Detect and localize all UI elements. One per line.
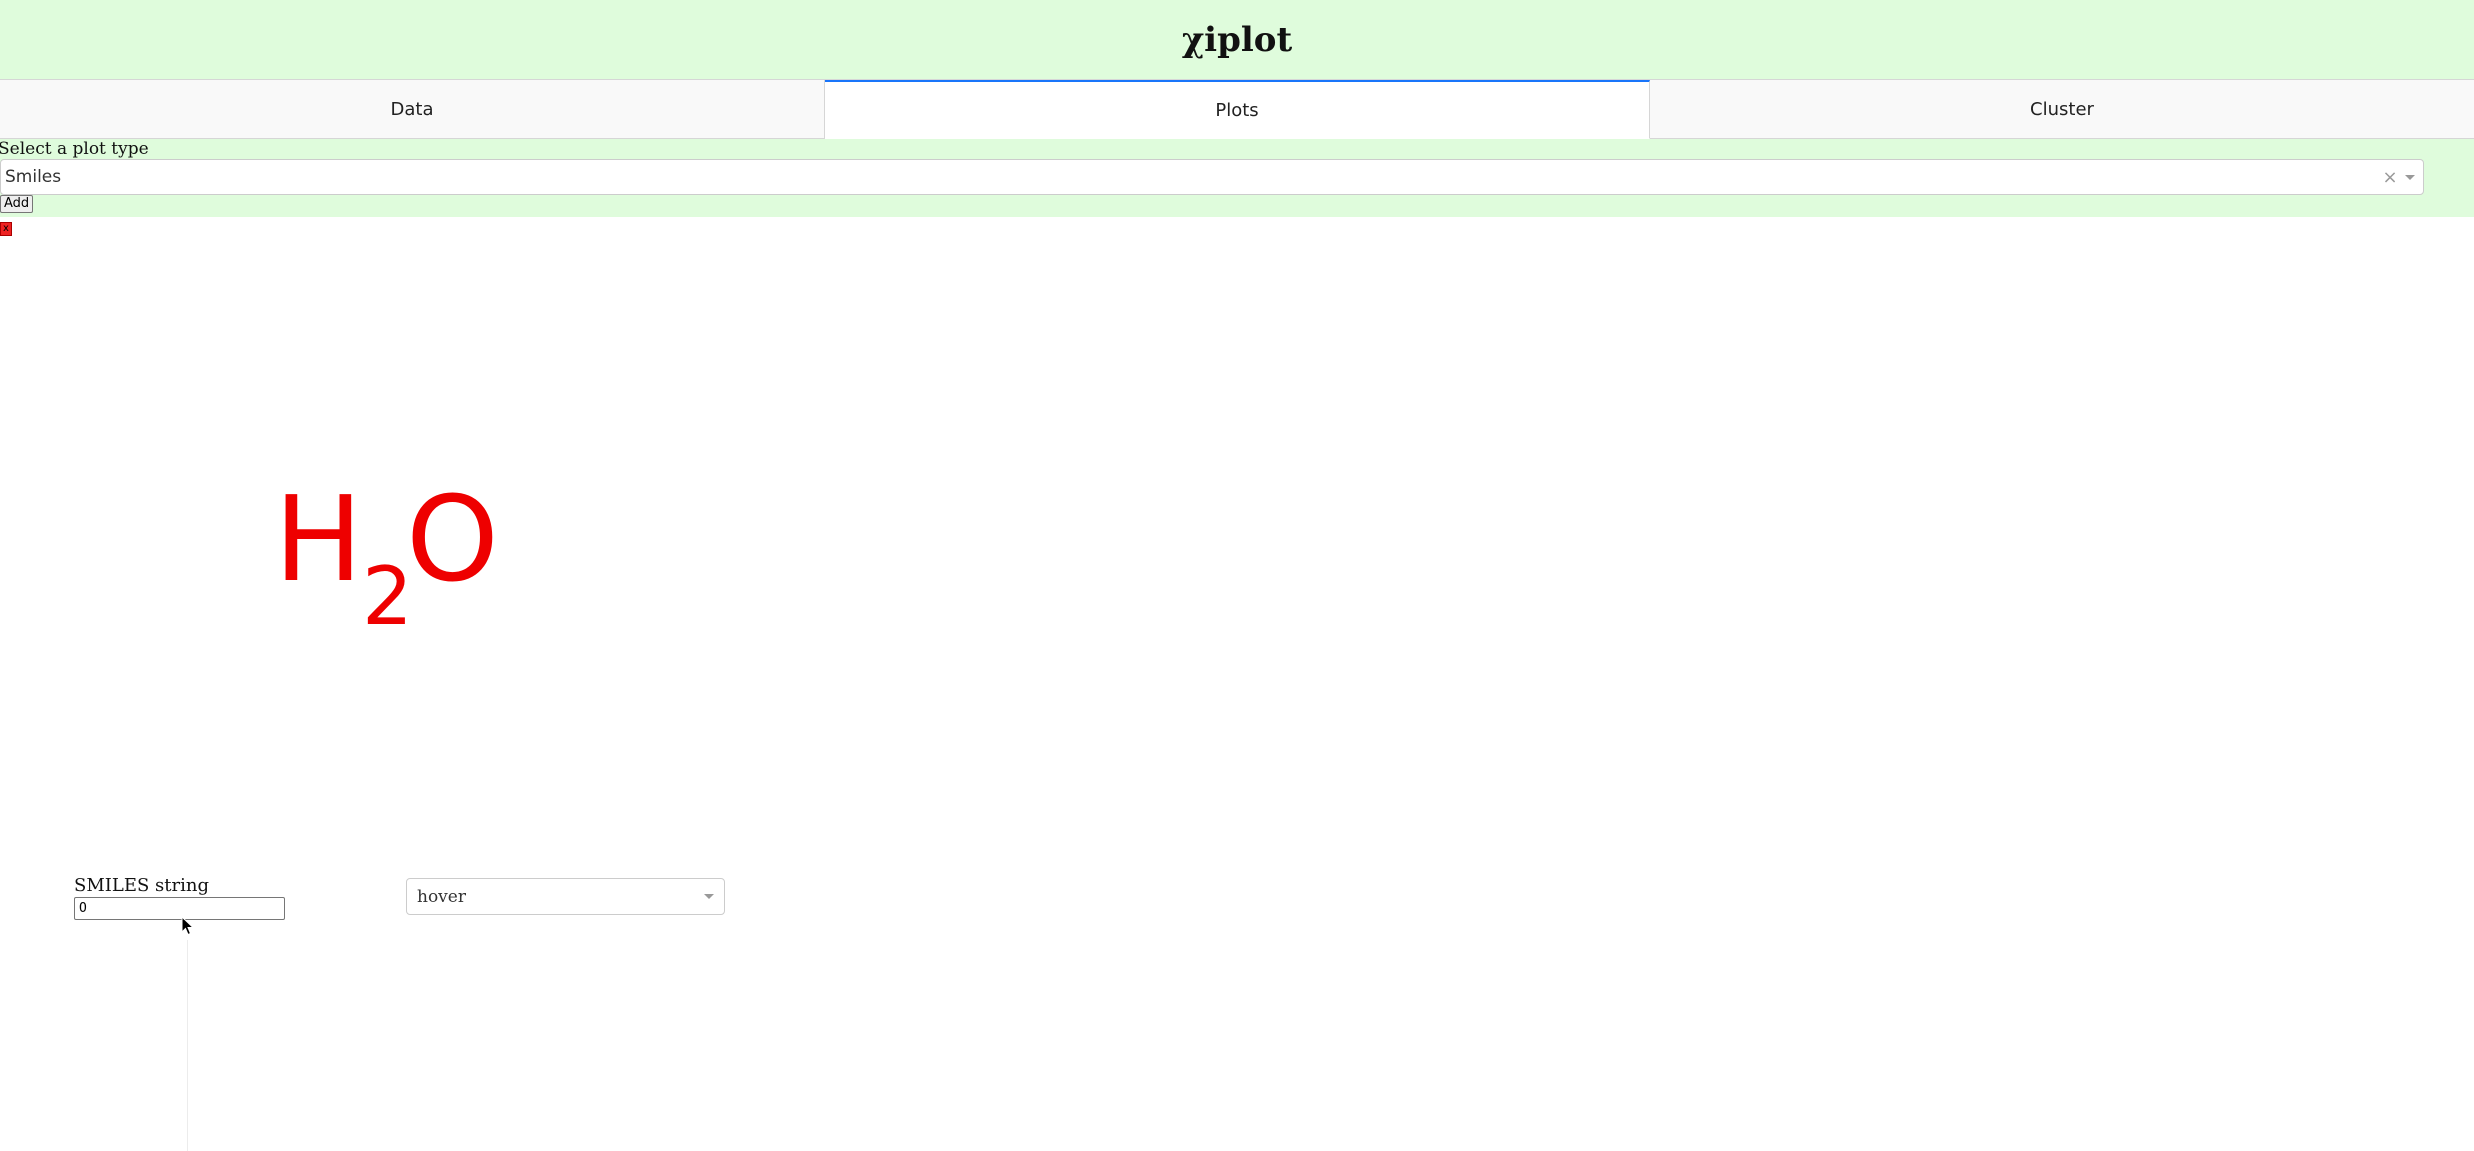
interaction-mode-dropdown[interactable]: hover (406, 878, 725, 915)
plot-type-dropdown[interactable]: Smiles × (0, 159, 2424, 195)
chevron-down-icon (704, 894, 714, 899)
interaction-mode-value: hover (417, 886, 466, 907)
pointer-arrow-icon (181, 916, 195, 936)
chevron-down-icon[interactable] (2405, 174, 2415, 180)
smiles-label: SMILES string (74, 875, 209, 896)
remove-plot-button[interactable]: x (0, 222, 12, 236)
add-plot-button[interactable]: Add (0, 195, 34, 213)
app-header: χiplot (0, 0, 2474, 79)
plot-type-selected-value: Smiles (5, 167, 62, 187)
plot-controls-panel: Select a plot type Smiles × Add (0, 139, 2474, 217)
app-title: χiplot (1181, 19, 1293, 60)
clear-icon[interactable]: × (2381, 167, 2399, 188)
molecule-svg: H 2 O (274, 470, 499, 640)
tab-data[interactable]: Data (0, 80, 825, 138)
tab-plots[interactable]: Plots (825, 80, 1650, 139)
formula-main: H (274, 470, 363, 608)
molecule-structure: H 2 O (270, 460, 550, 640)
plot-type-label: Select a plot type (0, 139, 149, 159)
vertical-divider (187, 940, 188, 1151)
tab-bar: Data Plots Cluster (0, 79, 2474, 139)
smiles-input[interactable] (74, 897, 285, 920)
formula-tail: O (406, 470, 499, 608)
tab-cluster[interactable]: Cluster (1650, 80, 2474, 138)
